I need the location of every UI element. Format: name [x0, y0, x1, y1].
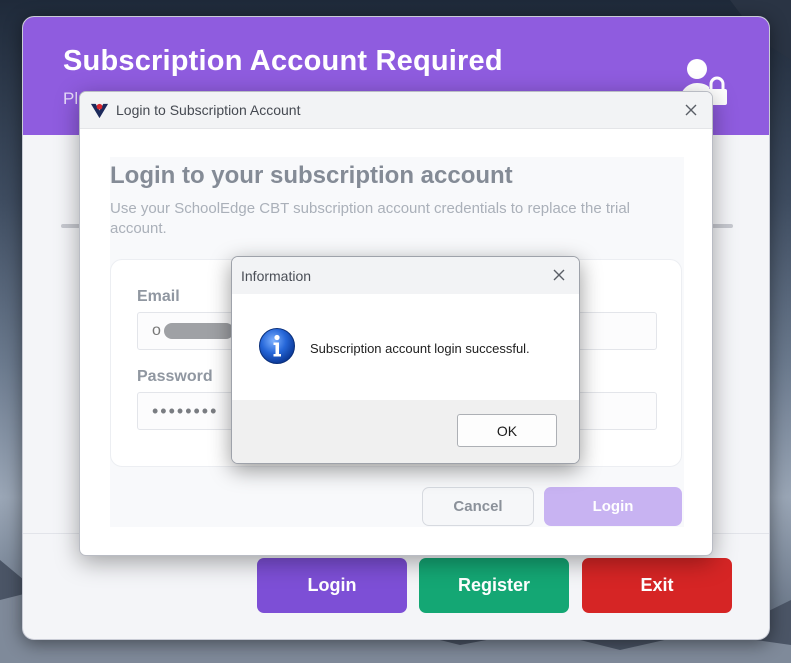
- login-heading: Login to your subscription account: [110, 162, 513, 189]
- login-button[interactable]: Login: [257, 558, 407, 613]
- close-icon[interactable]: [550, 266, 568, 284]
- information-title: Information: [241, 268, 312, 284]
- login-dialog-titlebar: Login to Subscription Account: [80, 92, 712, 129]
- login-description: Use your SchoolEdge CBT subscription acc…: [110, 200, 630, 237]
- information-dialog: Information Subscription account login s…: [231, 256, 580, 464]
- ok-button[interactable]: OK: [457, 414, 557, 447]
- register-button[interactable]: Register: [419, 558, 569, 613]
- exit-button[interactable]: Exit: [582, 558, 732, 613]
- email-label: Email: [137, 288, 180, 305]
- close-icon[interactable]: [682, 101, 700, 119]
- email-value: o: [152, 322, 161, 339]
- cancel-button[interactable]: Cancel: [422, 487, 534, 526]
- redacted-email: [163, 323, 234, 339]
- main-title: Subscription Account Required: [63, 45, 503, 77]
- information-message: Subscription account login successful.: [310, 341, 530, 356]
- app-logo-icon: [90, 103, 109, 119]
- information-titlebar: Information: [232, 257, 579, 294]
- password-label: Password: [137, 368, 213, 385]
- main-subtitle: Pl: [63, 89, 79, 108]
- login-dialog-title: Login to Subscription Account: [116, 102, 301, 118]
- password-value: ••••••••: [152, 400, 219, 421]
- dialog-login-button[interactable]: Login: [544, 487, 682, 526]
- info-icon: [259, 328, 295, 364]
